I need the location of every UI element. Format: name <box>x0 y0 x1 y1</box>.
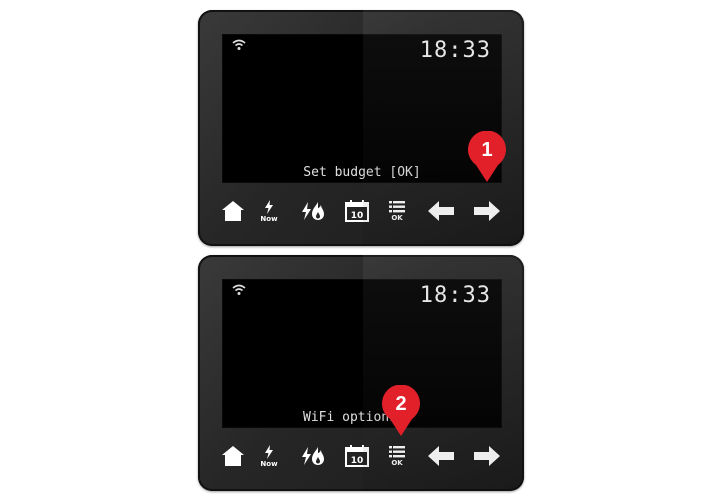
callout-number: 2 <box>395 393 407 415</box>
display-screen: 18:33 Set budget [OK] <box>222 34 502 183</box>
arrow-left-icon <box>428 201 454 221</box>
menu-ok-button[interactable]: OK <box>382 196 412 226</box>
calendar-button[interactable]: 10 <box>342 196 372 226</box>
arrow-right-icon <box>474 446 500 466</box>
home-button[interactable] <box>218 441 248 471</box>
wifi-icon <box>232 284 246 295</box>
calendar-button[interactable]: 10 <box>342 441 372 471</box>
lightning-flame-icon <box>302 202 324 220</box>
calendar-icon: 10 <box>345 200 369 222</box>
screen-message: Set budget [OK] <box>303 165 421 180</box>
calendar-day: 10 <box>351 211 364 221</box>
menu-ok-button[interactable]: OK <box>382 441 412 471</box>
now-button[interactable]: Now <box>254 441 284 471</box>
calendar-icon: 10 <box>345 445 369 467</box>
callout-badge-2: 2 <box>381 384 421 437</box>
calendar-day: 10 <box>351 456 364 466</box>
right-arrow-button[interactable] <box>472 441 502 471</box>
ok-label: OK <box>391 458 403 467</box>
wifi-icon <box>232 39 246 50</box>
home-button[interactable] <box>218 196 248 226</box>
display-screen: 18:33 WiFi options <box>222 279 502 428</box>
thermostat-device-1: 18:33 Set budget [OK] Now 10 OK <box>198 10 524 246</box>
now-button[interactable]: Now <box>254 196 284 226</box>
list-icon <box>389 200 405 212</box>
clock-display: 18:33 <box>419 283 491 308</box>
left-arrow-button[interactable] <box>426 196 456 226</box>
clock-display: 18:33 <box>419 38 491 63</box>
callout-badge-1: 1 <box>467 130 507 183</box>
now-label: Now <box>260 214 278 223</box>
ok-label: OK <box>391 213 403 222</box>
lightning-flame-icon <box>302 447 324 465</box>
home-icon <box>222 201 244 221</box>
energy-button[interactable] <box>298 196 328 226</box>
now-label: Now <box>260 459 278 468</box>
right-arrow-button[interactable] <box>472 196 502 226</box>
energy-button[interactable] <box>298 441 328 471</box>
left-arrow-button[interactable] <box>426 441 456 471</box>
button-bar: Now 10 OK <box>216 196 506 226</box>
lightning-icon <box>265 199 273 214</box>
lightning-icon <box>265 444 273 459</box>
list-icon <box>389 445 405 457</box>
arrow-right-icon <box>474 201 500 221</box>
arrow-left-icon <box>428 446 454 466</box>
callout-number: 1 <box>481 139 493 161</box>
thermostat-device-2: 18:33 WiFi options Now 10 OK <box>198 255 524 491</box>
home-icon <box>222 446 244 466</box>
button-bar: Now 10 OK <box>216 441 506 471</box>
